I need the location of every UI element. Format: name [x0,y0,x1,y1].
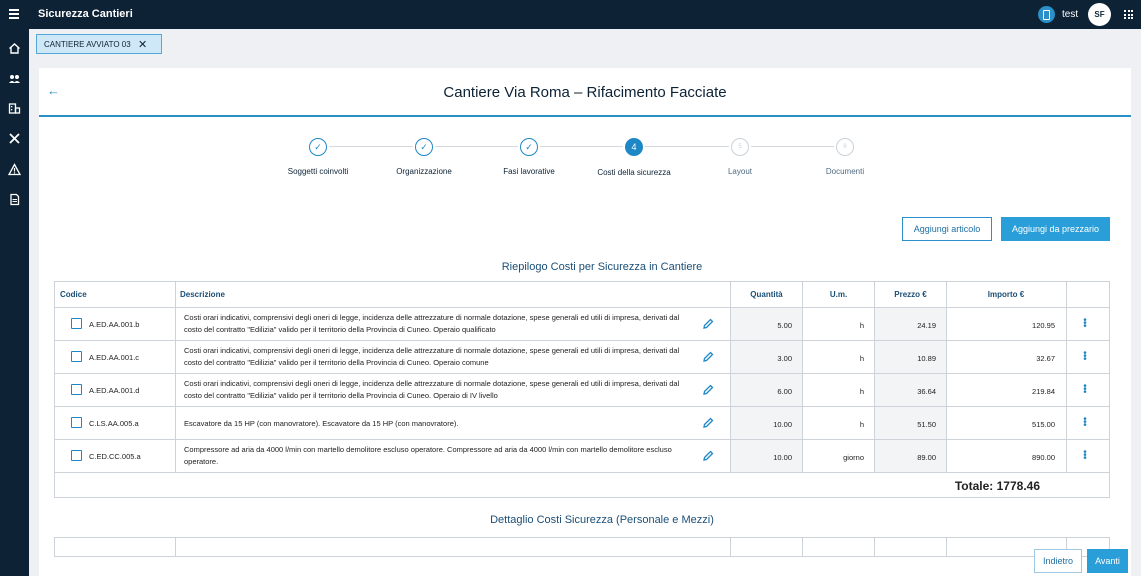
col-quantity: Quantità [750,290,783,299]
row-price: 51.50 [875,407,946,439]
main-card: ← Cantiere Via Roma – Rifacimento Faccia… [39,68,1131,576]
detail-table [54,537,1110,557]
step-4-marker[interactable]: 4 [625,138,643,156]
total-row: Totale: 1778.46 [55,472,1109,497]
table-header: Codice Descrizione Quantità U.m. Prezzo … [55,282,1109,307]
total-amount: Totale: 1778.46 [954,479,1040,493]
row-price: 89.00 [875,440,946,472]
step-2-marker[interactable]: ✓ [415,138,433,156]
row-amount: 515.00 [1032,420,1055,429]
row-quantity: 10.00 [731,407,802,439]
step-connector [435,146,518,147]
row-unit: h [859,387,864,396]
warning-icon[interactable] [8,163,21,176]
row-unit: giorno [843,453,864,462]
table-row: A.ED.AA.001.c Costi orari indicativi, com… [55,340,1109,373]
table-row: C.LS.AA.005.a Escavatore da 15 HP (con ma… [55,406,1109,439]
top-bar: Sicurezza Cantieri test SF [0,0,1141,29]
device-icon[interactable] [1038,6,1055,23]
more-vertical-icon[interactable]: • • • [1083,415,1087,431]
step-6-marker[interactable]: 6 [836,138,854,156]
detail-title: Dettaglio Costi Sicurezza (Personale e M… [490,514,714,526]
title-divider [39,115,1131,117]
building-icon[interactable] [8,102,21,115]
row-code: A.ED.AA.001.c [89,353,140,362]
row-price: 10.89 [875,341,946,373]
cantiere-tab[interactable]: CANTIERE AVVIATO 03 ✕ [36,34,162,54]
edit-pencil-icon[interactable] [702,318,714,330]
back-button[interactable]: Indietro [1034,549,1082,573]
step-connector [751,146,834,147]
step-connector [645,146,729,147]
edit-pencil-icon[interactable] [702,417,714,429]
menu-icon[interactable] [9,9,19,19]
apps-grid-icon[interactable] [1124,10,1133,19]
step-connector [329,146,413,147]
cantiere-tab-label: CANTIERE AVVIATO 03 [44,40,131,49]
col-description: Descrizione [180,290,225,299]
summary-table: Codice Descrizione Quantità U.m. Prezzo … [54,281,1110,498]
more-vertical-icon[interactable]: • • • [1083,382,1087,398]
col-price: Prezzo € [894,290,927,299]
step-3-marker[interactable]: ✓ [520,138,538,156]
row-quantity: 6.00 [731,374,802,406]
row-unit: h [859,420,864,429]
document-icon[interactable] [8,193,21,206]
add-article-button[interactable]: Aggiungi articolo [902,217,992,241]
edit-pencil-icon[interactable] [702,384,714,396]
row-price: 24.19 [875,308,946,340]
row-amount: 219.84 [1032,387,1055,396]
avatar[interactable]: SF [1088,3,1111,26]
tools-icon[interactable] [8,132,21,145]
row-unit: h [859,354,864,363]
side-nav [0,29,29,576]
table-row: A.ED.AA.001.b Costi orari indicativi, com… [55,307,1109,340]
table-row: C.ED.CC.005.a Compressore ad aria da 4000… [55,439,1109,472]
edit-pencil-icon[interactable] [702,450,714,462]
app-title: Sicurezza Cantieri [38,8,133,20]
row-code: A.ED.AA.001.d [89,386,140,395]
users-icon[interactable] [8,72,21,85]
row-amount: 890.00 [1032,453,1055,462]
col-unit: U.m. [829,290,848,299]
add-from-pricelist-button[interactable]: Aggiungi da prezzario [1001,217,1110,241]
row-checkbox[interactable] [71,351,82,362]
row-checkbox[interactable] [71,384,82,395]
row-code: C.ED.CC.005.a [89,452,141,461]
row-checkbox[interactable] [71,318,82,329]
row-quantity: 3.00 [731,341,802,373]
col-code: Codice [60,290,87,299]
row-price: 36.64 [875,374,946,406]
step-connector [540,146,623,147]
row-quantity: 5.00 [731,308,802,340]
row-quantity: 10.00 [731,440,802,472]
step-5-marker[interactable]: 5 [731,138,749,156]
row-checkbox[interactable] [71,417,82,428]
more-vertical-icon[interactable]: • • • [1083,316,1087,332]
row-unit: h [859,321,864,330]
page-title: Cantiere Via Roma – Rifacimento Facciate [443,84,727,101]
row-code: A.ED.AA.001.b [89,320,140,329]
row-code: C.LS.AA.005.a [89,419,139,428]
home-icon[interactable] [8,42,21,55]
user-name[interactable]: test [1062,9,1078,20]
table-row: A.ED.AA.001.d Costi orari indicativi, com… [55,373,1109,406]
more-vertical-icon[interactable]: • • • [1083,448,1087,464]
close-icon[interactable]: ✕ [138,38,147,51]
summary-title: Riepilogo Costi per Sicurezza in Cantier… [501,261,703,273]
next-button[interactable]: Avanti [1087,549,1128,573]
more-vertical-icon[interactable]: • • • [1083,349,1087,365]
row-amount: 120.95 [1032,321,1055,330]
step-1-marker[interactable]: ✓ [309,138,327,156]
step-6-label[interactable]: Documenti [780,167,910,176]
row-amount: 32.67 [1036,354,1055,363]
edit-pencil-icon[interactable] [702,351,714,363]
col-amount: Importo € [987,290,1025,299]
row-checkbox[interactable] [71,450,82,461]
